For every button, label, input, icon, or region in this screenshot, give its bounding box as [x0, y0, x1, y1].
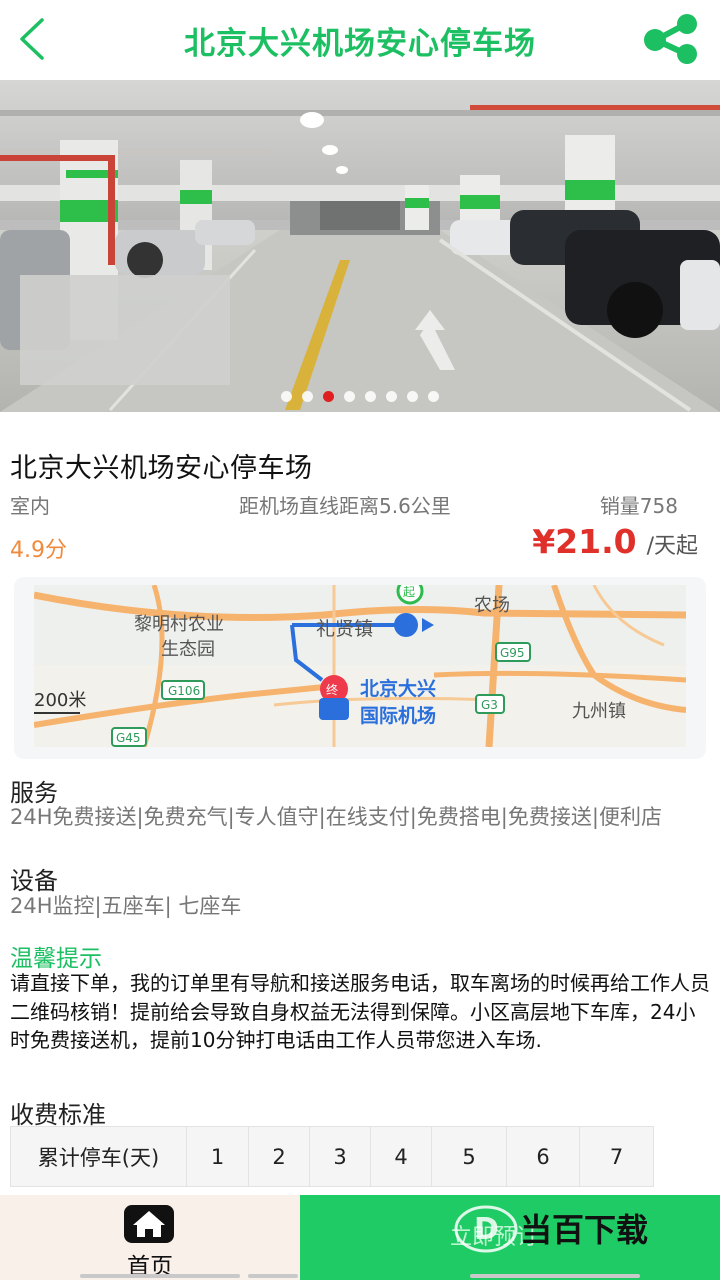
share-icon: [644, 14, 697, 64]
fee-row-header: 累计停车(天): [10, 1126, 187, 1187]
fee-day-cell: 3: [309, 1126, 371, 1187]
lot-sales: 销量758: [599, 494, 678, 518]
price-value: ¥21.0: [532, 522, 637, 561]
carousel-dot[interactable]: [302, 391, 313, 402]
map-label-farm: 农场: [474, 595, 510, 616]
map-label-village2: 生态园: [161, 639, 215, 660]
tips-text: 请直接下单，我的订单里有导航和接送服务电话，取车离场的时候再给工作人员二维码核销…: [10, 971, 710, 1052]
map-card[interactable]: 起 终 黎明村农业 生态园 礼贤镇 农场 北京大兴 国际机场 九州镇 200米 …: [14, 577, 706, 759]
fee-row: 累计停车(天) 1234567: [10, 1126, 654, 1187]
facilities-text: 24H监控|五座车| 七座车: [10, 894, 242, 918]
map-label-town2: 九州镇: [572, 701, 626, 722]
nav-hint-mid: [248, 1274, 298, 1278]
home-icon: [124, 1205, 174, 1243]
tips-title: 温馨提示: [10, 946, 102, 972]
home-tab[interactable]: 首页: [0, 1195, 300, 1280]
fee-day-cell: 5: [431, 1126, 507, 1187]
fee-day-cell: 2: [248, 1126, 310, 1187]
map-label-town: 礼贤镇: [316, 618, 373, 640]
bottom-bar: 首页 立即预订 D 当百下载: [0, 1195, 720, 1280]
map-label-village: 黎明村农业: [134, 614, 224, 635]
road-badge-g45: G45: [116, 731, 141, 745]
location-map[interactable]: 起 终 黎明村农业 生态园 礼贤镇 农场 北京大兴 国际机场 九州镇 200米 …: [34, 585, 686, 747]
carousel-dot[interactable]: [281, 391, 292, 402]
parking-info: 北京大兴机场安心停车场 室内 距机场直线距离5.6公里 销量758 4.9分 ¥…: [0, 412, 720, 577]
services-text: 24H免费接送|免费充气|专人值守|在线支付|免费搭电|免费接送|便利店: [10, 805, 662, 829]
nav-hint-right: [470, 1274, 640, 1278]
parking-garage-photo: [0, 80, 720, 412]
book-now-button[interactable]: 立即预订 D 当百下载: [300, 1195, 720, 1280]
lot-details: 服务 24H免费接送|免费充气|专人值守|在线支付|免费搭电|免费接送|便利店 …: [0, 759, 720, 1187]
carousel-dot[interactable]: [428, 391, 439, 402]
fee-day-cell: 7: [579, 1126, 654, 1187]
fee-table: 累计停车(天) 1234567: [10, 1126, 654, 1187]
services-title: 服务: [10, 779, 58, 807]
map-label-airport1: 北京大兴: [360, 677, 436, 700]
svg-text:D: D: [474, 1212, 499, 1247]
top-bar: 北京大兴机场安心停车场: [0, 0, 720, 80]
watermark-text: 当百下载: [520, 1211, 648, 1249]
share-button[interactable]: [642, 14, 700, 64]
map-start-label: 起: [403, 585, 415, 599]
price-unit: /天起: [646, 534, 698, 559]
photo-carousel[interactable]: [0, 80, 720, 412]
road-badge-g106: G106: [168, 684, 200, 698]
map-scale: 200米: [34, 690, 86, 711]
fees-title: 收费标准: [10, 1101, 106, 1129]
carousel-dot[interactable]: [365, 391, 376, 402]
lot-rating: 4.9分: [10, 538, 67, 563]
watermark-logo: D 当百下载: [454, 1205, 648, 1253]
carousel-dot[interactable]: [407, 391, 418, 402]
lot-type: 室内: [10, 494, 50, 518]
facilities-title: 设备: [10, 867, 58, 895]
lot-meta-row: 室内 距机场直线距离5.6公里 销量758: [10, 490, 678, 519]
carousel-dot[interactable]: [323, 391, 334, 402]
page-title: 北京大兴机场安心停车场: [184, 26, 536, 62]
nav-hint-left: [80, 1274, 240, 1278]
carousel-dot[interactable]: [386, 391, 397, 402]
lot-price: ¥21.0 /天起: [532, 522, 698, 561]
map-end-label: 终: [326, 682, 338, 697]
road-badge-g3: G3: [481, 698, 498, 712]
map-label-airport2: 国际机场: [360, 705, 436, 727]
map-image: 起 终 黎明村农业 生态园 礼贤镇 农场 北京大兴 国际机场 九州镇 200米 …: [34, 585, 686, 747]
lot-distance: 距机场直线距离5.6公里: [239, 494, 451, 518]
lot-name: 北京大兴机场安心停车场: [10, 453, 313, 484]
fee-day-cell: 4: [370, 1126, 432, 1187]
fee-day-cell: 6: [506, 1126, 580, 1187]
carousel-dot[interactable]: [344, 391, 355, 402]
road-badge-g95: G95: [500, 646, 525, 660]
fee-day-cell: 1: [186, 1126, 249, 1187]
carousel-indicator[interactable]: [0, 391, 720, 402]
